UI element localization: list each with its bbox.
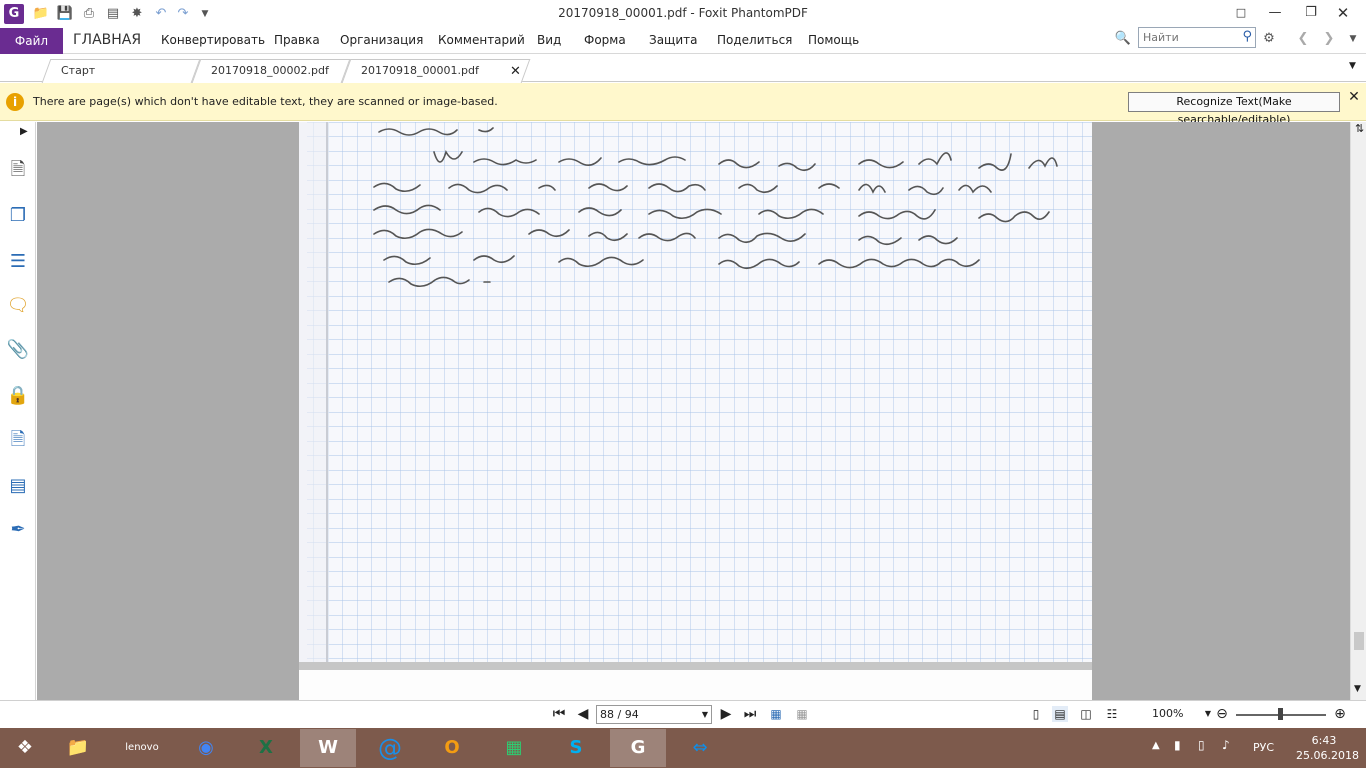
lenovo-app-icon[interactable]: lenovo bbox=[114, 729, 170, 767]
title-bar: G 📁 💾 ⎙ ▤ ✸ ↶ ↷ ▼ 20170918_00001.pdf - F… bbox=[0, 0, 1366, 28]
menu-organize[interactable]: Организация bbox=[340, 28, 423, 54]
ribbon-options-icon[interactable]: ▼ bbox=[1344, 30, 1362, 48]
attachments-icon[interactable]: 📎 bbox=[6, 338, 30, 362]
page-number-field[interactable]: 88 / 94 ▼ bbox=[596, 705, 712, 724]
continuous-facing-icon[interactable]: ☷ bbox=[1104, 706, 1120, 722]
zoom-in-icon[interactable]: ⊕ bbox=[1332, 706, 1348, 722]
recognize-text-button[interactable]: Recognize Text(Make searchable/editable) bbox=[1128, 92, 1340, 126]
split-view-icon[interactable]: ⇅ bbox=[1355, 122, 1364, 135]
security-icon[interactable]: 🔒 bbox=[6, 384, 30, 408]
layers-icon[interactable]: ☰ bbox=[6, 250, 30, 274]
menu-convert[interactable]: Конвертировать bbox=[161, 28, 265, 54]
windows-start-icon[interactable]: ❖ bbox=[0, 729, 50, 767]
menu-comment[interactable]: Комментарий bbox=[438, 28, 525, 54]
next-view-icon[interactable]: ▦ bbox=[794, 706, 810, 722]
scroll-down-arrow-icon[interactable]: ▼ bbox=[1354, 684, 1361, 694]
search-icon[interactable]: ⚲ bbox=[1242, 29, 1252, 44]
clock-date: 25.06.2018 bbox=[1296, 749, 1359, 762]
previous-page-icon[interactable]: ◀ bbox=[575, 706, 591, 722]
info-icon: i bbox=[6, 93, 24, 111]
vertical-scrollbar[interactable]: ⇅ ▼ bbox=[1350, 122, 1366, 700]
tab-label: 20170918_00002.pdf bbox=[211, 64, 329, 77]
fullscreen-icon[interactable]: □ bbox=[1226, 2, 1256, 24]
word-icon[interactable]: W bbox=[300, 729, 356, 767]
excel-icon[interactable]: X bbox=[238, 729, 294, 767]
navigation-panel: ▶ 🗎 ❐ ☰ 🗨 📎 🔒 🗎 ▤ ✒ bbox=[0, 122, 40, 700]
next-arrow-icon[interactable]: ❯ bbox=[1320, 30, 1338, 48]
input-language[interactable]: РУС bbox=[1253, 741, 1274, 754]
single-page-icon[interactable]: ▯ bbox=[1028, 706, 1044, 722]
previous-view-icon[interactable]: ▦ bbox=[768, 706, 784, 722]
menu-home[interactable]: ГЛАВНАЯ bbox=[73, 28, 141, 54]
window-title: 20170918_00001.pdf - Foxit PhantomPDF bbox=[558, 6, 808, 20]
tab-label: 20170918_00001.pdf bbox=[361, 64, 479, 77]
menu-form[interactable]: Форма bbox=[584, 28, 626, 54]
teamviewer-icon[interactable]: ⇔ bbox=[672, 729, 728, 767]
continuous-page-icon[interactable]: ▤ bbox=[1052, 706, 1068, 722]
network-icon[interactable]: ▮ bbox=[1174, 738, 1181, 752]
close-tab-icon[interactable]: ✕ bbox=[510, 64, 521, 79]
tab-document-00002[interactable]: 20170918_00002.pdf bbox=[191, 59, 351, 83]
chrome-icon[interactable]: ◉ bbox=[178, 729, 234, 767]
file-explorer-icon[interactable]: 📁 bbox=[50, 729, 106, 767]
zoom-level[interactable]: 100% bbox=[1152, 707, 1183, 720]
tray-clock[interactable]: 6:43 25.06.2018 bbox=[1296, 733, 1359, 763]
bookmarks-icon[interactable]: 🗎 bbox=[6, 158, 30, 182]
close-notice-icon[interactable]: ✕ bbox=[1346, 89, 1362, 105]
minimize-button[interactable]: — bbox=[1260, 2, 1290, 24]
first-page-icon[interactable]: ⏮ bbox=[551, 706, 567, 722]
tab-document-00001[interactable]: 20170918_00001.pdf bbox=[341, 59, 531, 83]
signature-icon[interactable]: ✒ bbox=[6, 518, 30, 542]
skype-icon[interactable]: S bbox=[548, 729, 604, 767]
notice-text: There are page(s) which don't have edita… bbox=[33, 95, 498, 108]
file-menu-button[interactable]: Файл bbox=[0, 28, 63, 54]
facing-page-icon[interactable]: ◫ bbox=[1078, 706, 1094, 722]
volume-icon[interactable]: ♪ bbox=[1222, 738, 1230, 752]
close-button[interactable]: ✕ bbox=[1328, 2, 1358, 24]
tab-label: Старт bbox=[61, 64, 96, 77]
scrollbar-thumb[interactable] bbox=[1354, 632, 1364, 650]
clock-time: 6:43 bbox=[1311, 734, 1337, 747]
settings-gear-icon[interactable]: ⚙ bbox=[1260, 30, 1278, 48]
menu-edit[interactable]: Правка bbox=[274, 28, 320, 54]
document-tabs: Старт 20170918_00002.pdf 20170918_00001.… bbox=[0, 55, 1366, 83]
search-input[interactable] bbox=[1139, 28, 1235, 47]
document-view[interactable] bbox=[37, 122, 1350, 700]
windows-taskbar: ❖ 📁 lenovo ◉ X W @ O ▦ S G ⇔ ▲ ▮ ▯ ♪ РУС… bbox=[0, 728, 1366, 768]
pages-icon[interactable]: ❐ bbox=[6, 204, 30, 228]
last-page-icon[interactable]: ⏭ bbox=[742, 706, 758, 722]
mail-agent-icon[interactable]: @ bbox=[362, 729, 418, 767]
tab-start[interactable]: Старт bbox=[41, 59, 201, 83]
page-number-value: 88 / 94 bbox=[600, 708, 639, 721]
maximize-button[interactable]: ❐ bbox=[1296, 2, 1326, 24]
expand-panel-icon[interactable]: ▶ bbox=[20, 126, 28, 137]
search-field[interactable]: ⚲ bbox=[1138, 27, 1256, 48]
menu-protect[interactable]: Защита bbox=[649, 28, 698, 54]
menu-view[interactable]: Вид bbox=[537, 28, 561, 54]
next-page-icon[interactable]: ▶ bbox=[718, 706, 734, 722]
scanned-document-notice: i There are page(s) which don't have edi… bbox=[0, 83, 1366, 126]
document-properties-icon[interactable]: 🗎 bbox=[6, 428, 30, 452]
zoom-out-icon[interactable]: ⊖ bbox=[1214, 706, 1230, 722]
menu-share[interactable]: Поделиться bbox=[717, 28, 792, 54]
find-folder-icon[interactable]: 🔍 bbox=[1114, 30, 1132, 48]
status-bar: ⏮ ◀ 88 / 94 ▼ ▶ ⏭ ▦ ▦ ▯ ▤ ◫ ☷ 100% ▼ ⊖ ⊕ bbox=[0, 700, 1366, 728]
page-dropdown-icon[interactable]: ▼ bbox=[702, 706, 708, 723]
menu-help[interactable]: Помощь bbox=[808, 28, 859, 54]
zoom-slider-thumb[interactable] bbox=[1278, 708, 1283, 720]
battery-icon[interactable]: ▯ bbox=[1198, 738, 1205, 752]
form-fields-icon[interactable]: ▤ bbox=[6, 474, 30, 498]
store-icon[interactable]: ▦ bbox=[486, 729, 542, 767]
handwritten-notebook-page bbox=[299, 122, 1092, 700]
outlook-icon[interactable]: O bbox=[424, 729, 480, 767]
tray-expand-icon[interactable]: ▲ bbox=[1152, 740, 1160, 751]
comments-icon[interactable]: 🗨 bbox=[6, 294, 30, 318]
foxit-phantompdf-icon[interactable]: G bbox=[610, 729, 666, 767]
tab-list-icon[interactable]: ▼ bbox=[1349, 61, 1356, 71]
previous-arrow-icon[interactable]: ❮ bbox=[1294, 30, 1312, 48]
scanned-page-image bbox=[299, 122, 1092, 700]
